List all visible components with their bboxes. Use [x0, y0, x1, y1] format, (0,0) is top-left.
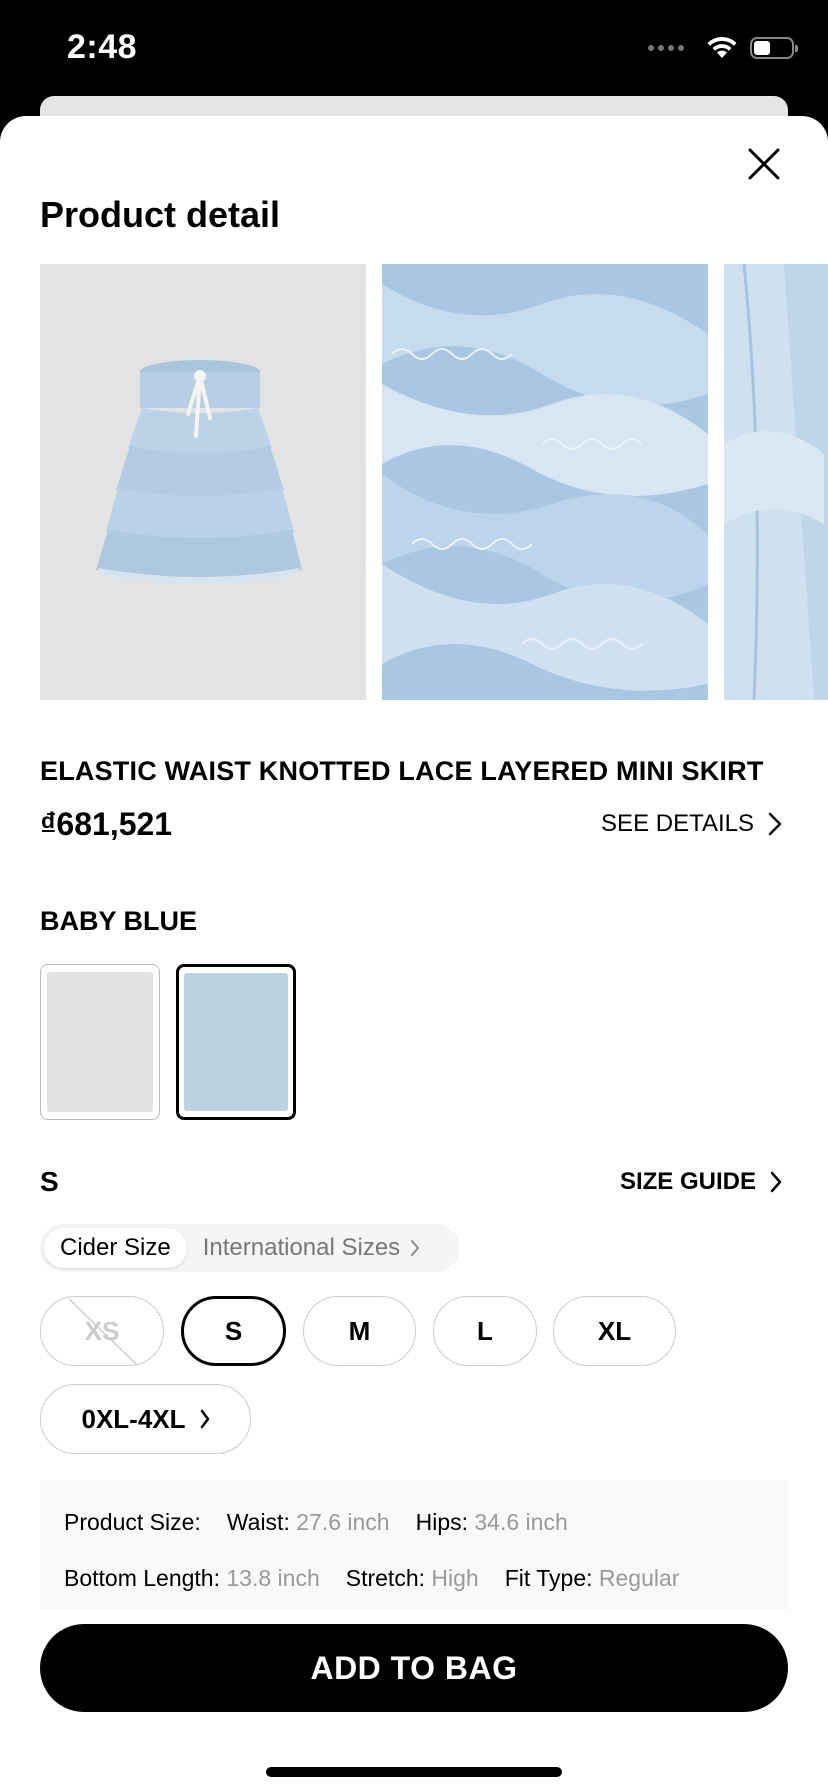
size-info-row-1: Product Size: Waist: 27.6 inch Hips: 34.… — [64, 1509, 568, 1536]
product-size-info: Product Size: Waist: 27.6 inch Hips: 34.… — [40, 1480, 788, 1610]
color-swatch-gray-white[interactable] — [40, 964, 160, 1120]
waist-value: 27.6 inch — [296, 1509, 390, 1535]
selected-color-label: BABY BLUE — [40, 906, 198, 936]
chevron-right-icon — [770, 1171, 782, 1193]
selected-size-label: S — [40, 1166, 59, 1197]
size-guide-label: SIZE GUIDE — [619, 1168, 756, 1195]
image-gallery[interactable] — [40, 264, 828, 700]
see-details-link[interactable]: SEE DETAILS — [601, 810, 782, 838]
size-guide-link[interactable]: SIZE GUIDE — [620, 1168, 782, 1196]
home-indicator — [266, 1767, 562, 1777]
status-time: 2:48 — [67, 28, 138, 66]
hips-value: 34.6 inch — [474, 1509, 568, 1535]
color-swatch-baby-blue[interactable] — [176, 964, 296, 1120]
size-option-l[interactable]: L — [433, 1296, 537, 1366]
chevron-right-icon — [411, 1240, 420, 1256]
tab-cider-size[interactable]: Cider Size — [44, 1228, 187, 1268]
wifi-icon — [707, 36, 737, 58]
see-details-label: SEE DETAILS — [601, 810, 754, 837]
add-to-bag-button[interactable]: ADD TO BAG — [40, 1624, 788, 1712]
status-bar: 2:48 — [0, 0, 828, 100]
page-title: Product detail — [40, 194, 281, 235]
battery-icon — [750, 37, 798, 59]
size-option-xl[interactable]: XL — [553, 1296, 676, 1366]
fit-type-label: Fit Type: — [504, 1565, 593, 1591]
size-option-s[interactable]: S — [181, 1296, 286, 1366]
size-option-label: XL — [597, 1315, 632, 1346]
size-option-label: S — [224, 1315, 243, 1346]
bottom-length-value: 13.8 inch — [226, 1565, 320, 1591]
size-system-tabs: Cider Size International Sizes — [40, 1224, 460, 1272]
size-option-label: L — [477, 1315, 493, 1346]
size-option-label: 0XL-4XL — [81, 1403, 186, 1434]
tab-international-sizes[interactable]: International Sizes — [187, 1228, 436, 1268]
hips-label: Hips: — [415, 1509, 468, 1535]
product-detail-sheet: Product detail ELASTIC WAIST KNOTTED LAC… — [0, 116, 828, 1792]
size-option-plus[interactable]: 0XL-4XL — [40, 1384, 251, 1454]
lace-detail-image[interactable] — [382, 264, 708, 700]
cellular-signal-icon — [648, 45, 684, 51]
product-name: ELASTIC WAIST KNOTTED LACE LAYERED MINI … — [40, 756, 764, 786]
size-option-label: M — [348, 1315, 371, 1346]
product-front-image[interactable] — [40, 264, 366, 700]
tab-international-sizes-label: International Sizes — [202, 1234, 401, 1261]
status-icons — [648, 36, 798, 60]
stretch-value: High — [431, 1565, 479, 1591]
close-icon[interactable] — [746, 146, 782, 182]
waist-label: Waist: — [226, 1509, 290, 1535]
bottom-length-label: Bottom Length: — [64, 1565, 220, 1591]
size-option-m[interactable]: M — [303, 1296, 416, 1366]
product-price: ₫681,521 — [40, 806, 173, 842]
size-info-row-2: Bottom Length: 13.8 inch Stretch: High F… — [64, 1565, 679, 1592]
fit-type-value: Regular — [598, 1565, 680, 1591]
fabric-detail-image[interactable] — [724, 264, 828, 700]
stretch-label: Stretch: — [345, 1565, 426, 1591]
chevron-right-icon — [200, 1409, 209, 1429]
chevron-right-icon — [768, 812, 782, 836]
product-size-label: Product Size: — [64, 1509, 201, 1535]
size-option-xs[interactable]: XS — [40, 1296, 164, 1366]
